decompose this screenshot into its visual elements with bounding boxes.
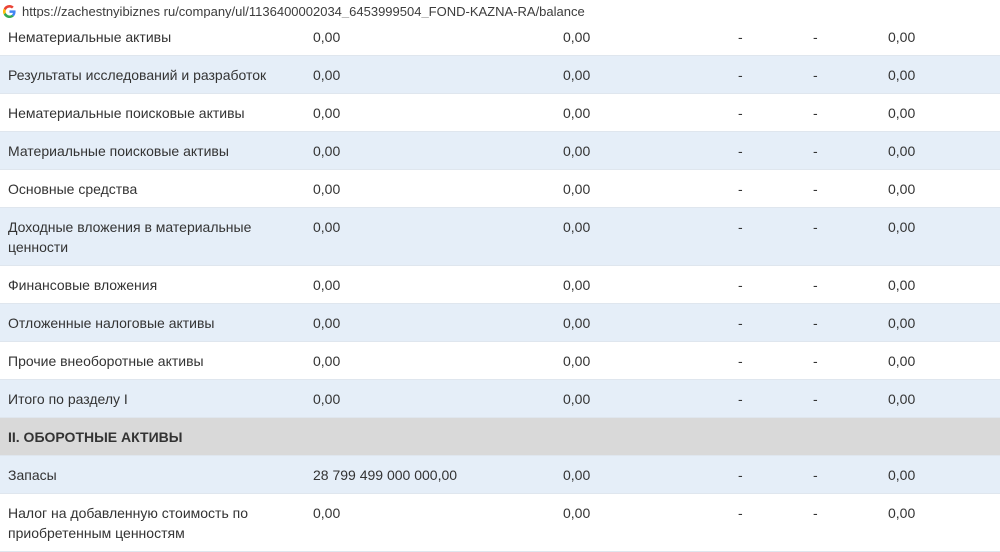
- value-cell: -: [813, 219, 818, 235]
- value-cell: -: [813, 467, 818, 483]
- value-cell: 0,00: [888, 105, 916, 121]
- table-row: Прочие внеоборотные активы 0,00 0,00 - - 0,00: [0, 342, 1000, 380]
- value-cell: 0,00: [888, 391, 916, 407]
- value-cell: 0,00: [313, 67, 341, 83]
- balance-table: Нематериальные активы 0,00 0,00- -0,00 Резул…: [0, 18, 1000, 552]
- row-name: Налог на добавленную стоимость по приобр…: [8, 505, 249, 541]
- value-cell: 0,00: [313, 29, 341, 45]
- value-cell: 0,00: [563, 505, 591, 521]
- row-name: Отложенные налоговые активы: [8, 315, 215, 331]
- table-row: Основные средства 0,00 0,00 - - 0,00: [0, 170, 1000, 208]
- value-cell: 0,00: [888, 67, 916, 83]
- value-cell: -: [813, 143, 818, 159]
- value-cell: 0,00: [563, 29, 591, 45]
- table-row: Финансовые вложения 0,00 0,00 - - 0,00: [0, 266, 1000, 304]
- value-cell: 0,00: [888, 505, 916, 521]
- value-cell: -: [813, 29, 818, 45]
- value-cell: -: [813, 181, 818, 197]
- value-cell: 0,00: [313, 181, 341, 197]
- row-name: Материальные поисковые активы: [8, 143, 229, 159]
- value-cell: -: [738, 143, 743, 159]
- value-cell: 0,00: [563, 105, 591, 121]
- value-cell: 0,00: [888, 353, 916, 369]
- value-cell: 0,00: [313, 219, 341, 235]
- value-cell: 0,00: [563, 277, 591, 293]
- table-row: Итого по разделу I 0,00 0,00 - - 0,00: [0, 380, 1000, 418]
- value-cell: 0,00: [563, 181, 591, 197]
- section-header: II. ОБОРОТНЫЕ АКТИВЫ: [0, 418, 1000, 456]
- value-cell: 0,00: [563, 391, 591, 407]
- value-cell: 0,00: [888, 29, 916, 45]
- value-cell: 0,00: [313, 353, 341, 369]
- value-cell: -: [738, 277, 743, 293]
- value-cell: 0,00: [313, 277, 341, 293]
- value-cell: -: [813, 277, 818, 293]
- row-name: Результаты исследований и разработок: [8, 67, 267, 83]
- value-cell: -: [738, 315, 743, 331]
- table-row: Нематериальные активы 0,00 0,00 - - 0,00: [0, 18, 1000, 56]
- value-cell: -: [813, 391, 818, 407]
- value-cell: 28 799 499 000 000,00: [313, 467, 458, 483]
- value-cell: -: [738, 105, 743, 121]
- value-cell: 0,00: [313, 391, 341, 407]
- value-cell: 0,00: [313, 505, 341, 521]
- row-name: Нематериальные активы: [8, 29, 172, 45]
- google-g-icon: [2, 5, 16, 19]
- value-cell: 0,00: [888, 277, 916, 293]
- value-cell: 0,00: [563, 67, 591, 83]
- value-cell: -: [813, 67, 818, 83]
- value-cell: -: [813, 105, 818, 121]
- value-cell: -: [813, 505, 818, 521]
- table-row: Материальные поисковые активы 0,00 0,00 - - 0…: [0, 132, 1000, 170]
- value-cell: -: [738, 29, 743, 45]
- row-name: Нематериальные поисковые активы: [8, 105, 245, 121]
- table-row: Запасы 28 799 499 000 000,00 0,00 - - 0,00: [0, 456, 1000, 494]
- value-cell: 0,00: [563, 353, 591, 369]
- value-cell: 0,00: [563, 219, 591, 235]
- value-cell: -: [738, 467, 743, 483]
- value-cell: 0,00: [888, 315, 916, 331]
- value-cell: 0,00: [563, 315, 591, 331]
- table-row: Отложенные налоговые активы 0,00 0,00 - - 0,0…: [0, 304, 1000, 342]
- table-row: Нематериальные поисковые активы 0,00 0,00 -…: [0, 94, 1000, 132]
- value-cell: -: [813, 315, 818, 331]
- row-name: Прочие внеоборотные активы: [8, 353, 204, 369]
- row-name: Итого по разделу I: [8, 391, 128, 407]
- url-text[interactable]: https://zachestnyibiznes ru/company/ul/1…: [22, 4, 585, 19]
- value-cell: 0,00: [313, 143, 341, 159]
- table-row: Результаты исследований и разработок 0,00…: [0, 56, 1000, 94]
- value-cell: -: [738, 67, 743, 83]
- value-cell: 0,00: [888, 181, 916, 197]
- row-name: Доходные вложения в материальные ценност…: [8, 219, 252, 255]
- row-name: Финансовые вложения: [8, 277, 158, 293]
- value-cell: 0,00: [888, 467, 916, 483]
- table-row: Доходные вложения в материальные ценност…: [0, 208, 1000, 266]
- value-cell: -: [738, 353, 743, 369]
- value-cell: -: [813, 353, 818, 369]
- value-cell: 0,00: [563, 143, 591, 159]
- value-cell: -: [738, 219, 743, 235]
- table-row: Налог на добавленную стоимость по приобр…: [0, 494, 1000, 552]
- value-cell: -: [738, 181, 743, 197]
- section-title: II. ОБОРОТНЫЕ АКТИВЫ: [8, 429, 183, 445]
- value-cell: 0,00: [313, 315, 341, 331]
- value-cell: 0,00: [563, 467, 591, 483]
- value-cell: 0,00: [888, 143, 916, 159]
- row-name: Основные средства: [8, 181, 138, 197]
- value-cell: -: [738, 505, 743, 521]
- value-cell: 0,00: [888, 219, 916, 235]
- value-cell: 0,00: [313, 105, 341, 121]
- row-name: Запасы: [8, 467, 57, 483]
- value-cell: -: [738, 391, 743, 407]
